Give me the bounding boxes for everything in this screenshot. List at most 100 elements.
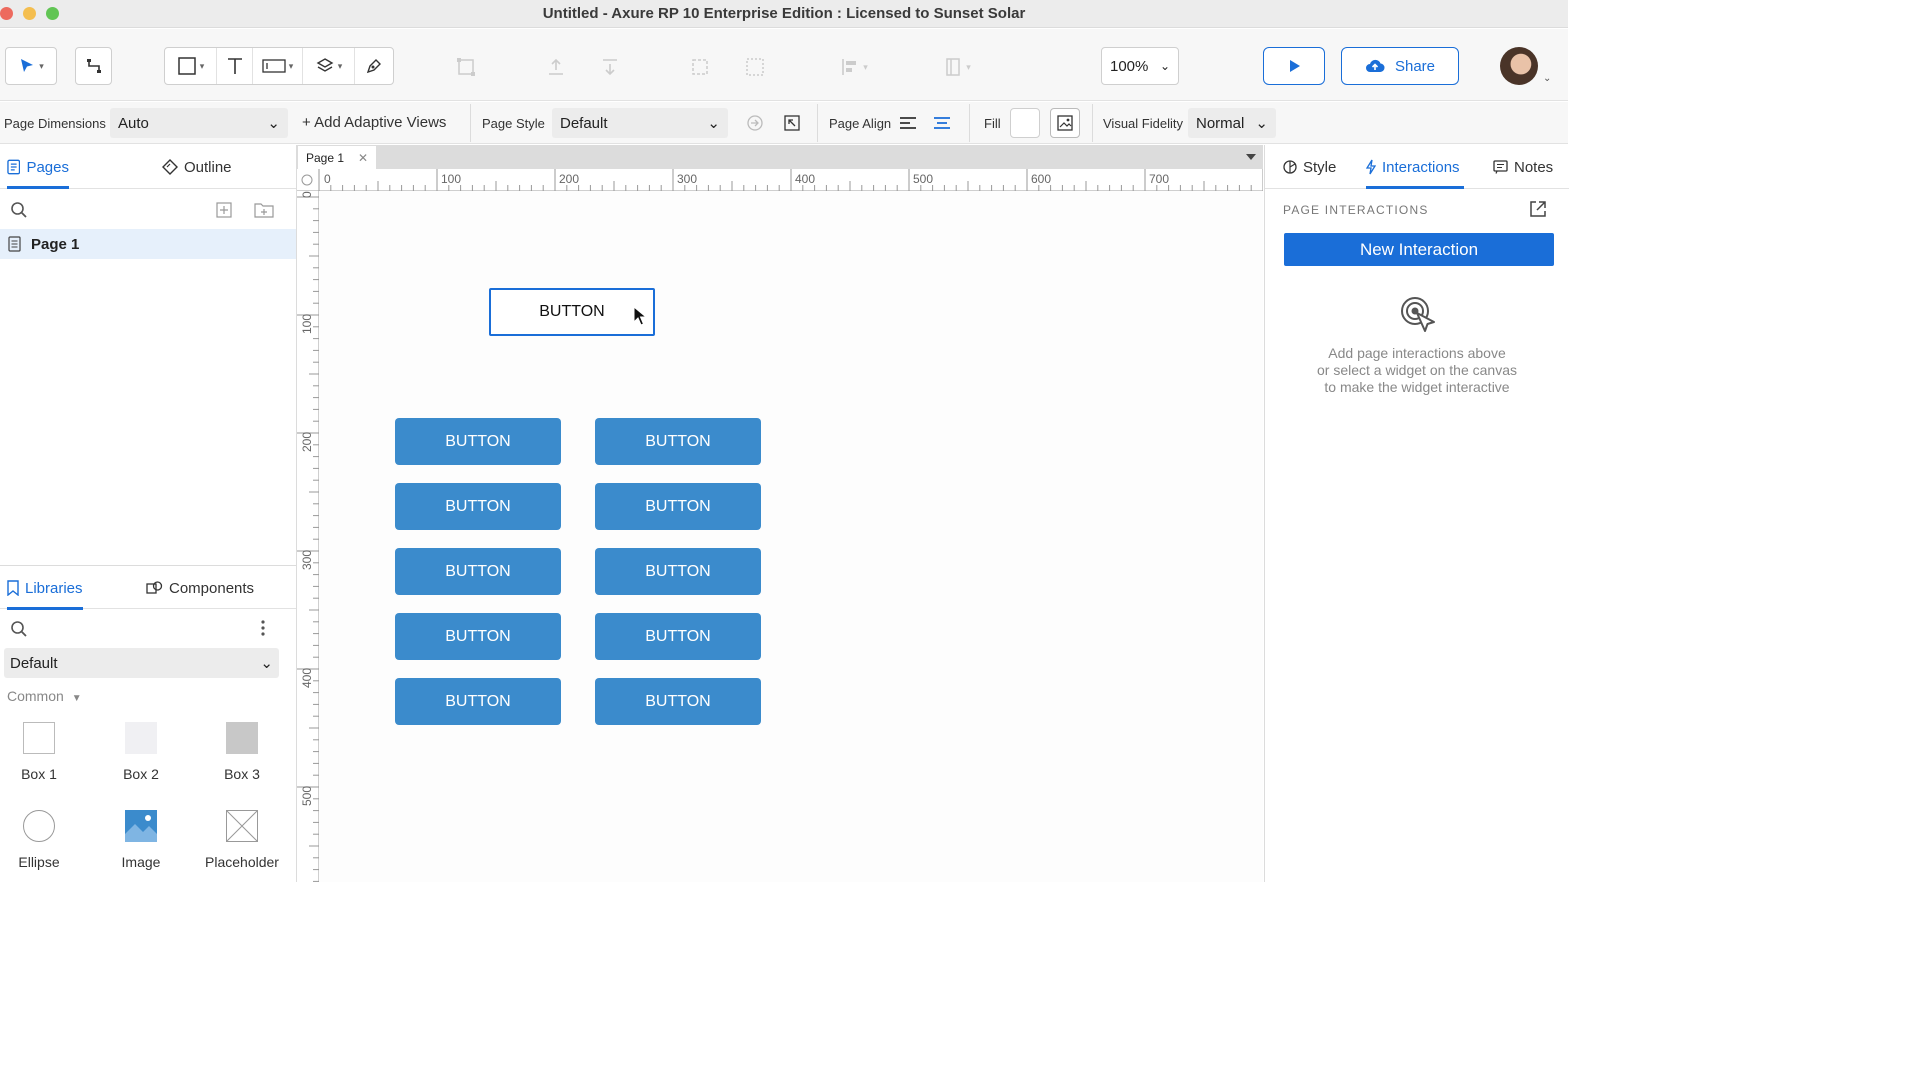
button-widget[interactable]: BUTTON [595, 418, 761, 465]
share-button[interactable]: Share [1341, 47, 1459, 85]
widget-image[interactable]: Image [101, 810, 181, 870]
group-button[interactable] [451, 53, 481, 81]
more-vertical-icon[interactable] [261, 620, 265, 636]
align-button[interactable]: ▾ [830, 53, 878, 81]
tab-pages[interactable]: Pages [7, 145, 69, 189]
page-style-select[interactable]: Default ⌄ [552, 108, 728, 138]
ruler-label: 700 [1149, 172, 1170, 186]
chevron-down-icon[interactable]: ▾ [39, 61, 44, 72]
chevron-down-icon[interactable]: ▾ [338, 61, 343, 72]
tab-libraries[interactable]: Libraries [7, 566, 83, 610]
search-icon[interactable] [10, 201, 28, 219]
chevron-down-icon[interactable]: ⌄ [1543, 73, 1551, 84]
button-widget[interactable]: BUTTON [595, 548, 761, 595]
widget-ellipse[interactable]: Ellipse [0, 810, 79, 870]
pen-icon [366, 59, 381, 74]
button-widget-label: BUTTON [645, 562, 711, 580]
text-icon [227, 58, 242, 74]
widget-label: Box 3 [224, 766, 260, 782]
tab-overflow-icon[interactable] [1245, 153, 1257, 161]
visual-fidelity-select[interactable]: Normal ⌄ [1188, 108, 1276, 138]
hint-line: or select a widget on the canvas [1316, 362, 1517, 378]
fill-color-swatch[interactable] [1010, 108, 1040, 138]
ruler-label: 500 [300, 785, 314, 806]
button-widget[interactable]: BUTTON [395, 613, 561, 660]
popout-icon[interactable] [1529, 200, 1547, 218]
fill-image-button[interactable] [1050, 108, 1080, 138]
chevron-down-icon[interactable]: ▾ [200, 61, 205, 72]
button-widget[interactable]: BUTTON [595, 678, 761, 725]
bring-front-button[interactable] [541, 53, 571, 81]
align-center-button[interactable] [932, 113, 952, 133]
page-style-export-button[interactable] [782, 113, 802, 133]
tab-components[interactable]: Components [146, 566, 254, 610]
widget-box1[interactable]: Box 1 [0, 722, 79, 782]
selected-button-widget[interactable]: BUTTON [489, 288, 655, 336]
click-target-icon [1401, 297, 1435, 332]
text-tool-button[interactable] [217, 48, 253, 84]
tab-notes[interactable]: Notes [1493, 145, 1553, 189]
button-widget[interactable]: BUTTON [595, 613, 761, 660]
align-center-icon [934, 117, 950, 129]
widget-placeholder[interactable]: Placeholder [202, 810, 282, 870]
widget-label: Box 1 [21, 766, 57, 782]
pen-tool-button[interactable] [355, 48, 393, 84]
design-canvas[interactable] [319, 191, 1263, 882]
button-widget[interactable]: BUTTON [595, 483, 761, 530]
align-left-icon [900, 117, 916, 129]
divider [817, 104, 818, 142]
connector-tool-button[interactable] [75, 47, 112, 85]
add-folder-icon[interactable] [254, 201, 274, 218]
divider [470, 104, 471, 142]
rectangle-icon [177, 57, 196, 75]
document-tabs: Page 1 ✕ [297, 145, 1263, 169]
button-widget[interactable]: BUTTON [395, 678, 561, 725]
select-pointer-icon [21, 59, 34, 72]
doc-tab-page1[interactable]: Page 1 ✕ [298, 146, 376, 169]
chevron-down-icon[interactable]: ▾ [289, 61, 294, 72]
select-tool-button[interactable]: ▾ [5, 47, 57, 85]
widget-box2[interactable]: Box 2 [101, 722, 181, 782]
caret-down-icon: ▼ [71, 693, 82, 704]
button-widget[interactable]: BUTTON [395, 483, 561, 530]
align-left-button[interactable] [898, 113, 918, 133]
preview-button[interactable] [1263, 47, 1325, 85]
ungroup-button[interactable] [685, 53, 715, 81]
new-interaction-button[interactable]: New Interaction [1284, 233, 1554, 266]
library-select[interactable]: Default ⌄ [4, 648, 279, 678]
send-back-button[interactable] [595, 53, 625, 81]
tab-style[interactable]: Style [1283, 145, 1336, 189]
search-icon[interactable] [10, 620, 28, 638]
close-tab-icon[interactable]: ✕ [358, 151, 368, 165]
page-dimensions-select[interactable]: Auto ⌄ [110, 108, 288, 138]
align-icon [842, 59, 857, 75]
category-common[interactable]: Common ▼ [7, 688, 82, 704]
page-item[interactable]: Page 1 [0, 229, 296, 259]
zoom-value: 100% [1110, 57, 1149, 75]
input-tool-button[interactable]: ▾ [253, 48, 303, 84]
avatar[interactable] [1500, 47, 1538, 85]
pages-tabs: Pages Outline [0, 145, 296, 189]
tab-interactions[interactable]: Interactions [1366, 145, 1464, 189]
more-tools-button[interactable]: ▾ [933, 53, 981, 81]
components-icon [146, 581, 163, 594]
box1-icon [23, 722, 55, 754]
zoom-select[interactable]: 100% ⌄ [1101, 47, 1179, 85]
pages-search-row [0, 190, 296, 228]
button-widget[interactable]: BUTTON [395, 548, 561, 595]
page-style-manage-button[interactable] [745, 113, 765, 133]
page-icon [8, 236, 21, 252]
distribute-button[interactable] [740, 53, 770, 81]
button-widget-label: BUTTON [445, 692, 511, 710]
layers-icon [316, 58, 334, 72]
widget-box3[interactable]: Box 3 [202, 722, 282, 782]
button-widget-label: BUTTON [645, 497, 711, 515]
tab-outline[interactable]: Outline [162, 145, 232, 189]
library-tabs: Libraries Components [0, 565, 296, 610]
add-page-icon[interactable] [216, 202, 232, 218]
add-adaptive-views-button[interactable]: + Add Adaptive Views [302, 114, 446, 131]
rectangle-tool-button[interactable]: ▾ [165, 48, 217, 84]
button-widget[interactable]: BUTTON [395, 418, 561, 465]
layers-tool-button[interactable]: ▾ [303, 48, 355, 84]
chevron-down-icon: ⌄ [260, 655, 273, 672]
